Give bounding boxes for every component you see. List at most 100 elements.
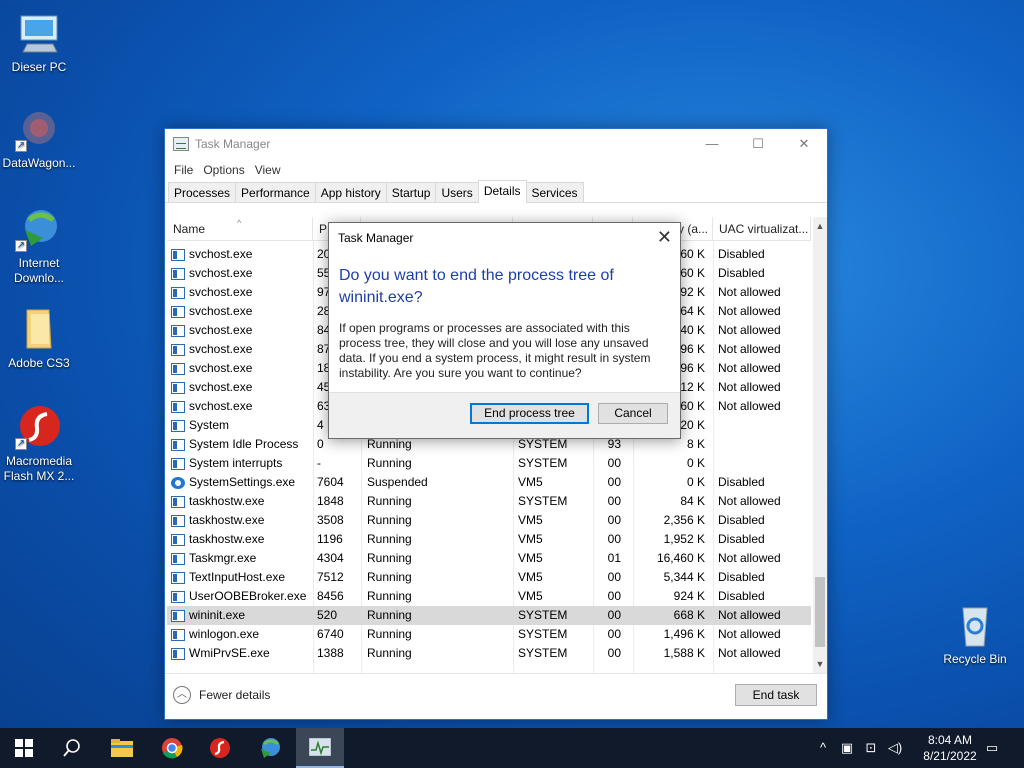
datawagon-icon: ↗ xyxy=(15,106,63,152)
cell-name: TextInputHost.exe xyxy=(171,568,311,587)
tray-device-icon[interactable]: ▣ xyxy=(836,728,858,768)
process-icon xyxy=(171,400,185,413)
cell-name: UserOOBEBroker.exe xyxy=(171,587,311,606)
taskbar-internet-download[interactable] xyxy=(246,728,294,768)
cell-uac: Not allowed xyxy=(718,380,781,394)
menu-options[interactable]: Options xyxy=(198,163,249,177)
process-name: Taskmgr.exe xyxy=(189,551,257,565)
column-name[interactable]: ^ Name xyxy=(167,217,313,241)
task-manager-icon xyxy=(173,137,189,151)
desktop-icon-datawagon[interactable]: ↗ DataWagon... xyxy=(0,106,78,171)
cell-name: wininit.exe xyxy=(171,606,311,625)
cell-name: svchost.exe xyxy=(171,302,311,321)
cell-memory: 0 K xyxy=(686,475,705,489)
table-row[interactable]: taskhostw.exe 1848 Running SYSTEM 00 84 K Not … xyxy=(167,492,811,511)
scroll-down-icon[interactable]: ▼ xyxy=(813,659,827,669)
table-row[interactable]: TextInputHost.exe 7512 Running VM5 00 5,344 K… xyxy=(167,568,811,587)
cell-status: Running xyxy=(367,532,412,546)
cell-pid: 4304 xyxy=(317,551,344,565)
table-row[interactable]: taskhostw.exe 3508 Running VM5 00 2,356 K Disa… xyxy=(167,511,811,530)
notifications-icon[interactable]: ▭ xyxy=(980,728,1004,768)
desktop-icon-macromedia-flash[interactable]: ↗ Macromedia Flash MX 2... xyxy=(0,404,78,484)
fewer-details-label: Fewer details xyxy=(199,688,271,702)
sort-ascending-icon: ^ xyxy=(237,218,242,228)
cell-uac: Disabled xyxy=(718,513,765,527)
network-icon[interactable]: ⊡ xyxy=(860,728,882,768)
cell-pid: 6740 xyxy=(317,627,344,641)
clock[interactable]: 8:04 AM 8/21/2022 xyxy=(912,732,988,764)
cell-uac: Not allowed xyxy=(718,627,781,641)
cell-uac: Not allowed xyxy=(718,361,781,375)
cell-name: svchost.exe xyxy=(171,359,311,378)
end-process-tree-button[interactable]: End process tree xyxy=(470,403,589,424)
desktop-icon-recycle-bin[interactable]: Recycle Bin xyxy=(936,602,1014,667)
cell-name: svchost.exe xyxy=(171,245,311,264)
cell-status: Running xyxy=(367,589,412,603)
process-name: WmiPrvSE.exe xyxy=(189,646,270,660)
taskbar-file-explorer[interactable] xyxy=(98,728,146,768)
cancel-button[interactable]: Cancel xyxy=(598,403,668,424)
process-name: System Idle Process xyxy=(189,437,299,451)
process-icon xyxy=(171,305,185,318)
fewer-details-button[interactable]: ︿ Fewer details xyxy=(173,686,270,704)
tab-performance[interactable]: Performance xyxy=(235,182,316,202)
globe-download-icon: ↗ xyxy=(15,206,63,252)
process-icon xyxy=(171,457,185,470)
cell-memory: 0 K xyxy=(686,456,705,470)
close-button[interactable]: ✕ xyxy=(781,129,827,159)
process-icon xyxy=(171,286,185,299)
cell-user: VM5 xyxy=(518,570,543,584)
menu-file[interactable]: File xyxy=(169,163,198,177)
settings-gear-icon xyxy=(171,476,185,489)
process-icon xyxy=(171,343,185,356)
table-row[interactable]: System interrupts - Running SYSTEM 00 0 K xyxy=(167,454,811,473)
dialog-message: If open programs or processes are associ… xyxy=(339,321,651,380)
end-task-button[interactable]: End task xyxy=(735,684,817,706)
cell-uac: Not allowed xyxy=(718,304,781,318)
column-uac[interactable]: UAC virtualizat... xyxy=(713,217,811,241)
tab-services[interactable]: Services xyxy=(525,182,584,202)
desktop-icon-label: Internet Downlo... xyxy=(13,256,65,285)
dialog-footer: End process tree Cancel xyxy=(329,392,680,438)
cell-cpu: 00 xyxy=(607,475,621,489)
show-hidden-icons[interactable]: ^ xyxy=(812,728,834,768)
scroll-up-icon[interactable]: ▲ xyxy=(813,221,827,231)
tab-users[interactable]: Users xyxy=(435,182,479,202)
maximize-button[interactable]: ☐ xyxy=(735,129,781,159)
volume-icon[interactable]: ◁) xyxy=(884,728,906,768)
menu-view[interactable]: View xyxy=(250,163,286,177)
table-row[interactable]: Taskmgr.exe 4304 Running VM5 01 16,460 K Not a… xyxy=(167,549,811,568)
table-row[interactable]: UserOOBEBroker.exe 8456 Running VM5 00 924 K D… xyxy=(167,587,811,606)
tab-details[interactable]: Details xyxy=(477,180,527,203)
tab-app-history[interactable]: App history xyxy=(314,182,387,202)
scrollbar-thumb[interactable] xyxy=(815,577,825,647)
table-row[interactable]: SystemSettings.exe 7604 Suspended VM5 00 0 K D… xyxy=(167,473,811,492)
desktop-icon-this-pc[interactable]: Dieser PC xyxy=(0,10,78,75)
tab-startup[interactable]: Startup xyxy=(385,182,437,202)
taskbar-flash[interactable] xyxy=(196,728,244,768)
table-row[interactable]: taskhostw.exe 1196 Running VM5 00 1,952 K Disa… xyxy=(167,530,811,549)
table-row[interactable]: WmiPrvSE.exe 1388 Running SYSTEM 00 1,588 K No… xyxy=(167,644,811,663)
cell-memory: 1,588 K xyxy=(663,646,705,660)
process-name: svchost.exe xyxy=(189,361,253,375)
dialog-close-icon[interactable]: ✕ xyxy=(657,227,672,247)
table-row[interactable]: winlogon.exe 6740 Running SYSTEM 00 1,496 K No… xyxy=(167,625,811,644)
start-button[interactable] xyxy=(0,728,48,768)
vertical-scrollbar[interactable]: ▲ ▼ xyxy=(813,217,827,673)
desktop-icon-adobe-cs3[interactable]: Adobe CS3 xyxy=(0,306,78,371)
process-name: svchost.exe xyxy=(189,380,253,394)
taskbar-task-manager[interactable] xyxy=(296,728,344,768)
minimize-button[interactable]: — xyxy=(689,129,735,159)
process-name: TextInputHost.exe xyxy=(189,570,286,584)
process-name: svchost.exe xyxy=(189,247,253,261)
desktop-icon-internet-download[interactable]: ↗ Internet Downlo... xyxy=(0,206,78,286)
tab-processes[interactable]: Processes xyxy=(168,182,237,202)
table-row[interactable]: wininit.exe 520 Running SYSTEM 00 668 K Not al… xyxy=(167,606,811,625)
tab-strip: Processes Performance App history Startu… xyxy=(165,180,827,203)
process-name: taskhostw.exe xyxy=(189,494,265,508)
process-icon xyxy=(171,609,185,622)
cell-name: svchost.exe xyxy=(171,397,311,416)
taskbar-chrome[interactable] xyxy=(148,728,196,768)
cell-name: svchost.exe xyxy=(171,283,311,302)
search-button[interactable] xyxy=(48,728,96,768)
